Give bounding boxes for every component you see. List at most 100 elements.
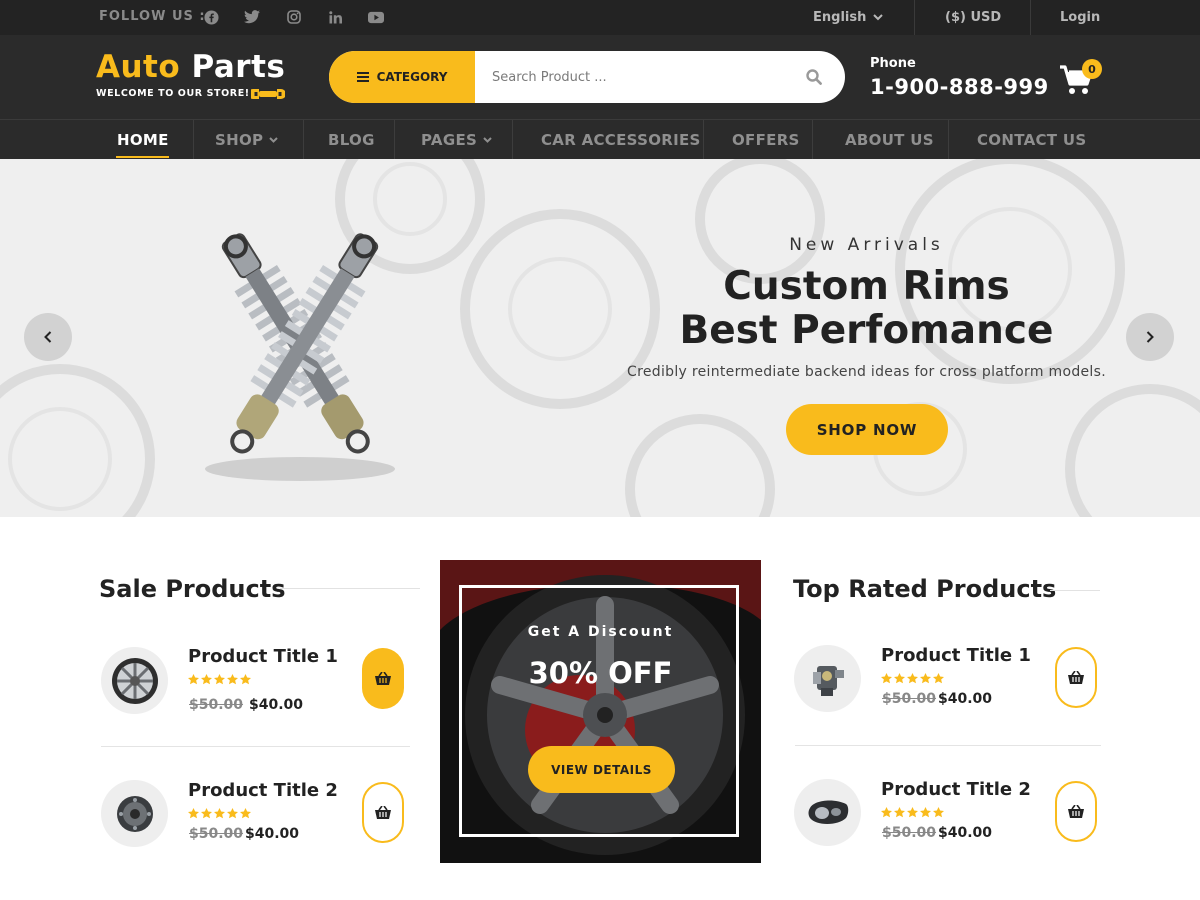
star-icon <box>920 673 931 684</box>
logo-tagline: WELCOME TO OUR STORE! <box>96 88 250 99</box>
twitter-icon[interactable] <box>244 9 260 25</box>
search-icon[interactable] <box>806 69 822 85</box>
top-rated-title: Top Rated Products <box>793 575 1057 603</box>
search-bar: CATEGORY <box>329 51 845 103</box>
headlight-image <box>808 800 848 824</box>
product-image[interactable] <box>794 645 861 712</box>
star-icon <box>907 807 918 818</box>
promo-frame <box>459 585 739 837</box>
shock-absorber-image <box>205 233 395 481</box>
nav-label: SHOP <box>215 130 264 149</box>
cart-count-badge: 0 <box>1082 59 1102 79</box>
new-price: $40.00 <box>938 691 993 707</box>
add-to-cart-button[interactable] <box>362 782 404 843</box>
view-details-button[interactable]: VIEW DETAILS <box>528 746 675 793</box>
carburetor-image <box>812 665 844 696</box>
login-link[interactable]: Login <box>1060 0 1100 35</box>
new-price: $40.00 <box>245 826 300 842</box>
hero-slider: New Arrivals Custom Rims Best Perfomance… <box>0 159 1200 517</box>
add-to-cart-button[interactable] <box>1055 781 1097 842</box>
star-icon <box>894 807 905 818</box>
nav-item-offers[interactable]: OFFERS <box>732 120 800 159</box>
product-title[interactable]: Product Title 2 <box>188 780 338 801</box>
product-image[interactable] <box>101 780 168 847</box>
divider <box>795 745 1101 746</box>
divider <box>703 120 704 159</box>
new-price: $40.00 <box>938 825 993 841</box>
language-selector[interactable]: English <box>813 0 884 35</box>
product-title[interactable]: Product Title 1 <box>881 645 1031 666</box>
search-input[interactable] <box>475 51 795 103</box>
divider <box>280 588 420 589</box>
add-to-cart-button[interactable] <box>362 648 404 709</box>
nav-item-pages[interactable]: PAGES <box>421 120 492 159</box>
nav-item-contact-us[interactable]: CONTACT US <box>977 120 1086 159</box>
instagram-icon[interactable] <box>286 9 302 25</box>
chevron-down-icon <box>483 136 492 143</box>
product-image[interactable] <box>101 647 168 714</box>
nav-label: CONTACT US <box>977 130 1087 149</box>
star-icon <box>188 808 199 819</box>
divider <box>1030 0 1031 35</box>
old-price: $50.00 <box>882 691 937 707</box>
divider <box>193 120 194 159</box>
star-icon <box>907 673 918 684</box>
old-price: $50.00 <box>189 697 244 713</box>
divider <box>812 120 813 159</box>
facebook-icon[interactable] <box>203 9 219 25</box>
category-label: CATEGORY <box>376 70 448 84</box>
basket-icon <box>1068 805 1084 818</box>
linkedin-icon[interactable] <box>327 9 343 25</box>
category-button[interactable]: CATEGORY <box>329 51 475 103</box>
logo[interactable]: Auto Parts <box>96 49 285 85</box>
nav-label: HOME <box>117 130 169 149</box>
add-to-cart-button[interactable] <box>1055 647 1097 708</box>
divider <box>1050 590 1100 591</box>
promo-subtitle: Get A Discount <box>527 624 674 640</box>
basket-icon <box>1068 671 1084 684</box>
main-nav: HOME SHOP BLOG PAGES CAR ACCESSORIES OFF… <box>0 119 1200 159</box>
star-icon <box>188 674 199 685</box>
rating-stars <box>188 808 251 819</box>
star-icon <box>227 674 238 685</box>
product-image[interactable] <box>794 779 861 846</box>
rating-stars <box>188 674 251 685</box>
discount-promo-banner: Get A Discount 30% OFF VIEW DETAILS <box>440 560 761 863</box>
star-icon <box>933 673 944 684</box>
shop-now-button[interactable]: SHOP NOW <box>786 404 948 455</box>
currency-label: ($) USD <box>945 10 1002 25</box>
header: Auto Parts WELCOME TO OUR STORE! CATEGOR… <box>0 35 1200 119</box>
currency-selector[interactable]: ($) USD <box>945 0 1001 35</box>
nav-item-shop[interactable]: SHOP <box>215 120 279 159</box>
language-label: English <box>813 10 867 25</box>
logo-text-auto: Auto <box>96 49 181 85</box>
nav-item-about-us[interactable]: ABOUT US <box>845 120 934 159</box>
promo-headline: 30% OFF <box>528 656 673 690</box>
old-price: $50.00 <box>189 826 244 842</box>
product-title[interactable]: Product Title 2 <box>881 779 1031 800</box>
nav-item-home[interactable]: HOME <box>117 120 169 159</box>
chevron-left-icon <box>44 331 52 343</box>
new-price: $40.00 <box>249 697 304 713</box>
star-icon <box>214 674 225 685</box>
nav-item-car-accessories[interactable]: CAR ACCESSORIES <box>541 120 701 159</box>
slider-next-button[interactable] <box>1126 313 1174 361</box>
nav-label: PAGES <box>421 130 478 149</box>
star-icon <box>933 807 944 818</box>
star-icon <box>227 808 238 819</box>
sale-products-title: Sale Products <box>99 575 286 603</box>
star-icon <box>881 807 892 818</box>
youtube-icon[interactable] <box>368 9 384 25</box>
chevron-right-icon <box>1146 331 1154 343</box>
phone-number[interactable]: 1-900-888-999 <box>870 75 1049 99</box>
star-icon <box>894 673 905 684</box>
clutch-plate-image <box>116 795 153 832</box>
slider-prev-button[interactable] <box>24 313 72 361</box>
nav-label: ABOUT US <box>845 130 934 149</box>
nav-item-blog[interactable]: BLOG <box>328 120 375 159</box>
active-indicator <box>116 156 169 158</box>
product-title[interactable]: Product Title 1 <box>188 646 338 667</box>
hero-title-line2: Best Perfomance <box>679 308 1054 353</box>
star-icon <box>920 807 931 818</box>
alloy-wheel-image <box>111 657 158 704</box>
